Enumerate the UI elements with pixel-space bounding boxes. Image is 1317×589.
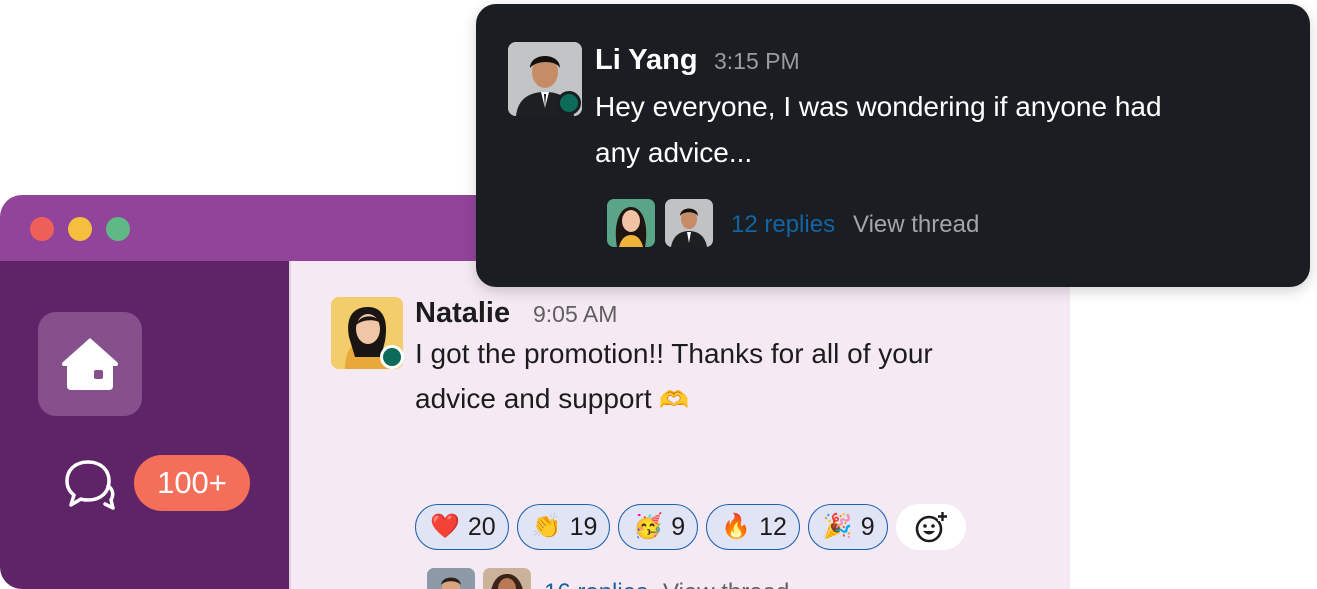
message-line-1: I got the promotion!! Thanks for all of …: [415, 338, 933, 369]
reaction-count: 9: [860, 512, 875, 541]
clapping-hands-emoji: 👏: [531, 513, 562, 540]
man-avatar-image: [665, 199, 713, 247]
unread-count-badge: 100+: [134, 455, 250, 511]
man-avatar-image: [427, 568, 475, 589]
reaction-party-face[interactable]: 🥳 9: [618, 504, 699, 550]
chat-bubbles-icon[interactable]: [64, 458, 116, 514]
reactions-bar: ❤️ 20 👏 19 🥳 9 🔥 12 🎉 9: [415, 504, 966, 550]
add-reaction-icon: [915, 512, 947, 543]
presence-indicator: [380, 345, 404, 369]
popup-reply-avatar-1[interactable]: [607, 199, 655, 247]
party-popper-emoji: 🎉: [822, 513, 853, 540]
heart-hands-emoji: 🫶: [659, 387, 690, 414]
woman-avatar-image: [607, 199, 655, 247]
reaction-count: 9: [671, 512, 686, 541]
sidebar: 100+: [0, 261, 289, 589]
add-reaction-button[interactable]: [895, 504, 966, 550]
window-minimize-button[interactable]: [68, 217, 92, 241]
window-maximize-button[interactable]: [106, 217, 130, 241]
reaction-count: 20: [467, 512, 496, 541]
woman-avatar-image: [483, 568, 531, 589]
message-line-2: advice and support 🫶: [415, 376, 689, 423]
window-close-button[interactable]: [30, 217, 54, 241]
home-icon: [62, 338, 118, 390]
heart-emoji: ❤️: [430, 513, 460, 540]
partying-face-emoji: 🥳: [633, 513, 664, 540]
message-line-2-text: advice and support: [415, 383, 652, 414]
popup-reply-avatar-2[interactable]: [665, 199, 713, 247]
fire-emoji: 🔥: [721, 513, 752, 540]
popup-message-time[interactable]: 3:15 PM: [714, 48, 800, 75]
popup-message-line-2: any advice...: [595, 137, 753, 168]
reaction-clap[interactable]: 👏 19: [516, 504, 611, 550]
reply-avatar-2[interactable]: [483, 568, 531, 589]
view-thread-link[interactable]: View thread: [663, 579, 789, 589]
popup-message-line-1: Hey everyone, I was wondering if anyone …: [595, 91, 1162, 122]
message-author[interactable]: Natalie: [415, 297, 510, 330]
popup-message-author[interactable]: Li Yang: [595, 44, 698, 77]
message-popup-card: Li Yang 3:15 PM Hey everyone, I was wond…: [476, 4, 1310, 287]
reaction-count: 19: [569, 512, 598, 541]
reaction-fire[interactable]: 🔥 12: [706, 504, 800, 550]
message-time[interactable]: 9:05 AM: [533, 301, 617, 328]
presence-indicator: [557, 91, 581, 115]
reaction-count: 12: [759, 512, 787, 541]
reaction-heart[interactable]: ❤️ 20: [415, 504, 509, 550]
thread-replies-link[interactable]: 16 replies: [544, 579, 648, 589]
popup-view-thread-link[interactable]: View thread: [853, 211, 979, 239]
reply-avatar-1[interactable]: [427, 568, 475, 589]
reaction-party-popper[interactable]: 🎉 9: [807, 504, 888, 550]
home-button[interactable]: [38, 312, 142, 416]
popup-thread-replies-link[interactable]: 12 replies: [731, 211, 835, 239]
message-pane: Natalie 9:05 AM I got the promotion!! Th…: [289, 261, 1070, 589]
